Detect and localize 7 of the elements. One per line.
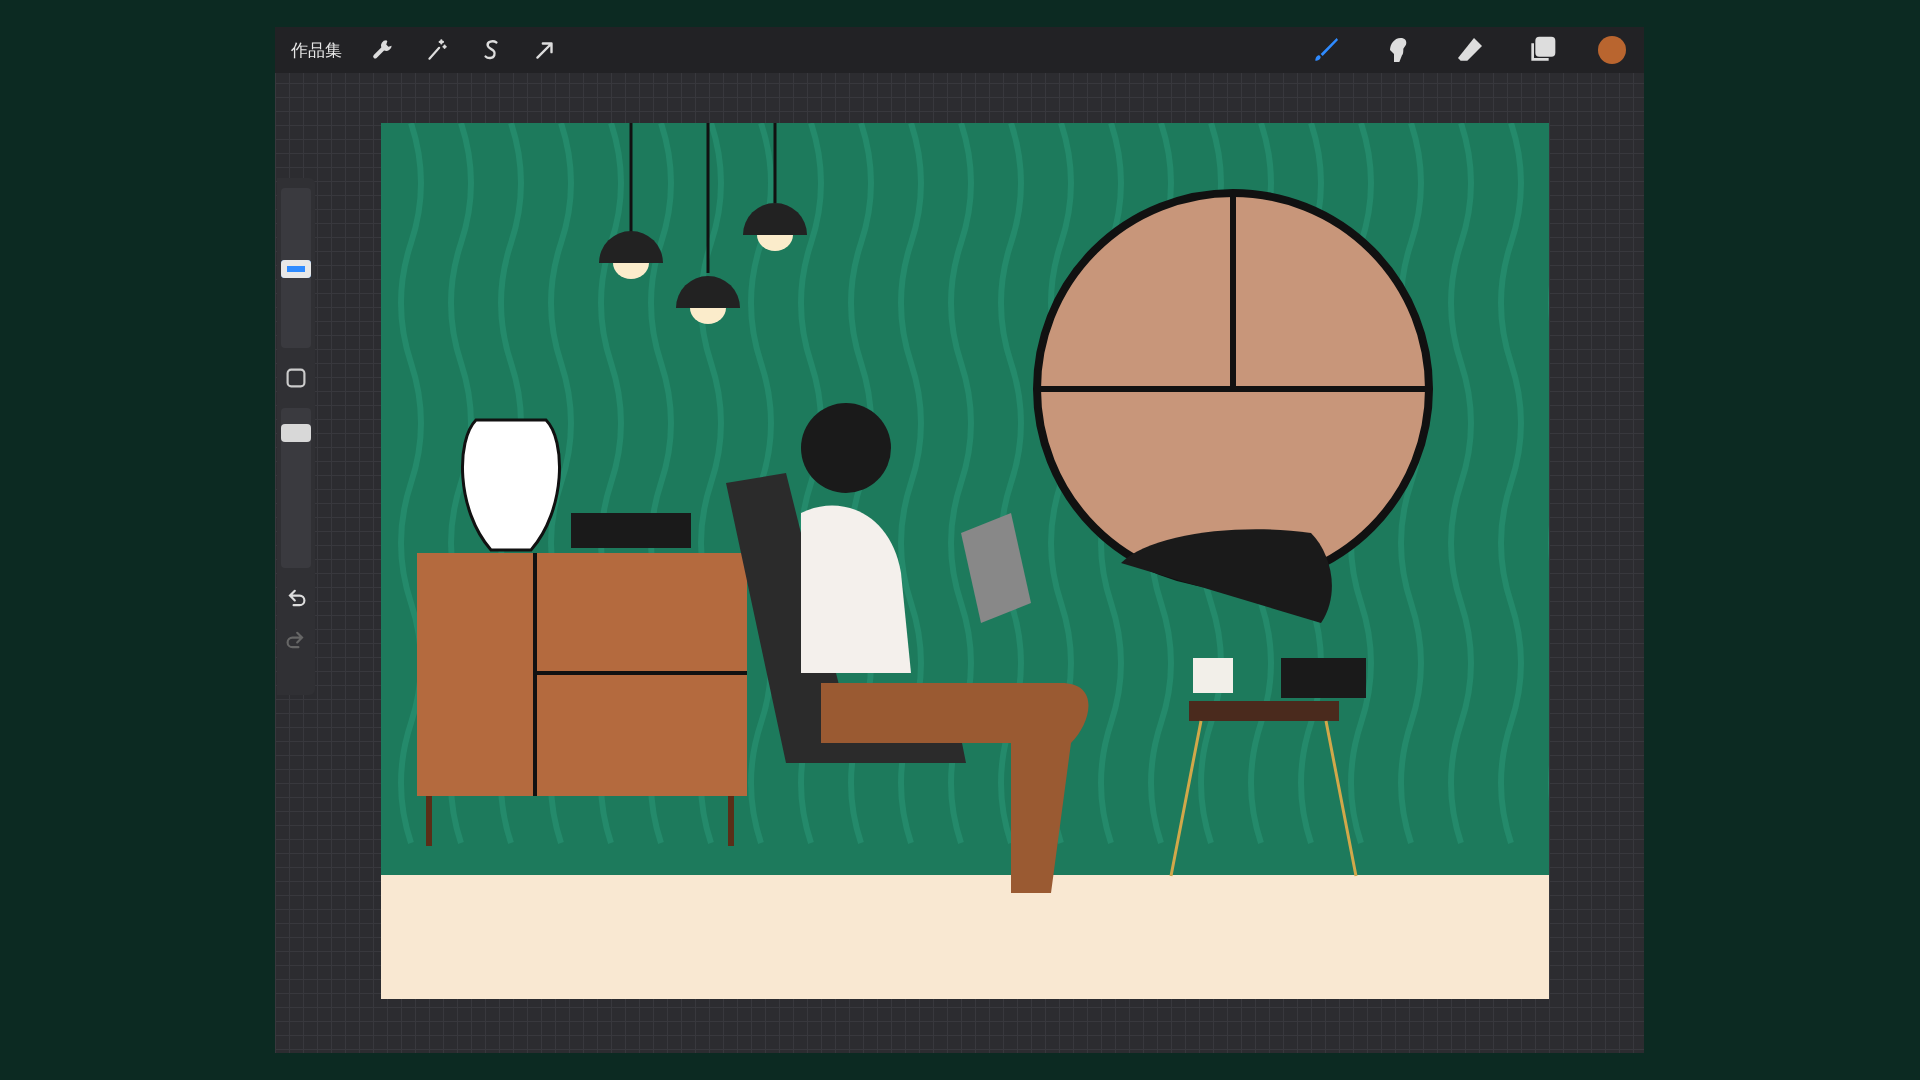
color-swatch[interactable] (1598, 36, 1626, 64)
brush-size-slider[interactable] (281, 188, 311, 348)
square-icon[interactable] (284, 366, 308, 390)
slider-thumb[interactable] (281, 423, 311, 442)
slider-thumb[interactable] (281, 259, 311, 278)
opacity-slider[interactable] (281, 408, 311, 568)
gallery-button[interactable]: 作品集 (291, 38, 342, 62)
